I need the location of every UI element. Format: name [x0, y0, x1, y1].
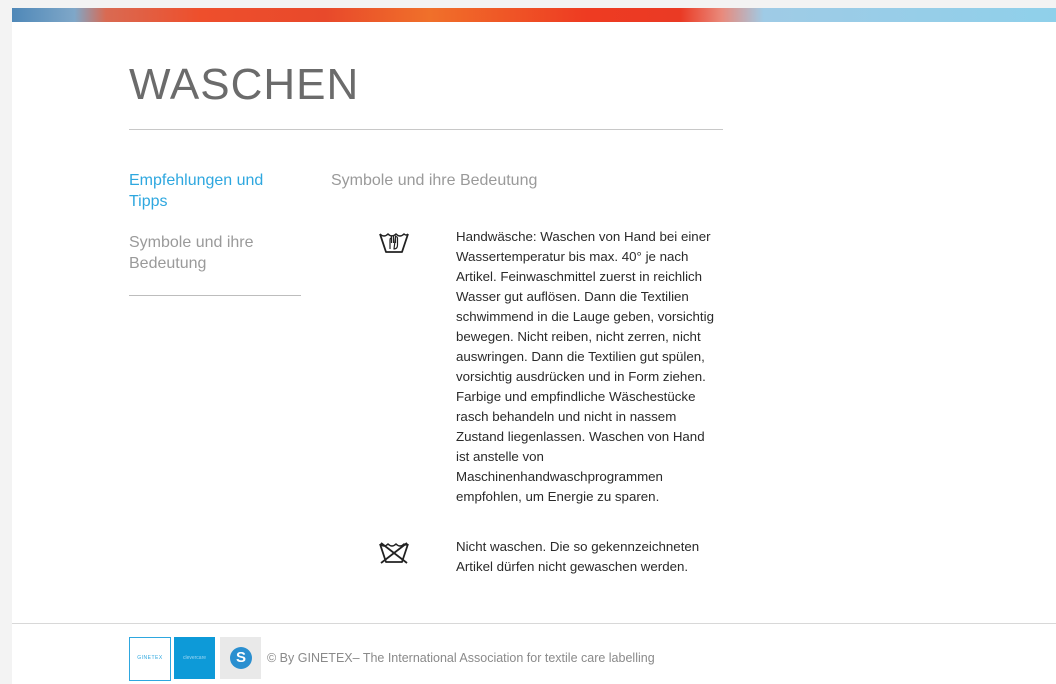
- sidebar-item-symbole[interactable]: Symbole und ihre Bedeutung: [129, 232, 304, 274]
- s-logo[interactable]: S: [220, 637, 261, 679]
- do-not-wash-icon: [379, 542, 409, 564]
- symbol-description: Handwäsche: Waschen von Hand bei einer W…: [456, 229, 714, 504]
- logo-label: clevercare: [182, 655, 207, 661]
- page-title: WASCHEN: [129, 60, 360, 109]
- section-heading: Symbole und ihre Bedeutung: [331, 172, 538, 189]
- sidebar-item-empfehlungen[interactable]: Empfehlungen und Tipps: [129, 170, 304, 212]
- handwash-icon: [379, 233, 409, 253]
- footer-divider: [12, 623, 1056, 624]
- footer-copyright: © By GINETEX– The International Associat…: [267, 651, 655, 665]
- top-gradient-bar: [12, 8, 1056, 22]
- sidebar-divider: [129, 295, 301, 296]
- ginetex-logo[interactable]: GINETEX: [129, 637, 171, 681]
- symbol-description: Nicht waschen. Die so gekennzeichneten A…: [456, 539, 700, 574]
- logo-label: GINETEX: [137, 655, 163, 661]
- title-divider: [129, 129, 723, 130]
- s-logo-circle: S: [230, 647, 252, 669]
- clevercare-logo[interactable]: clevercare: [174, 637, 215, 679]
- logo-label: S: [235, 649, 246, 666]
- sidebar-nav: Empfehlungen und Tipps Symbole und ihre …: [129, 170, 304, 294]
